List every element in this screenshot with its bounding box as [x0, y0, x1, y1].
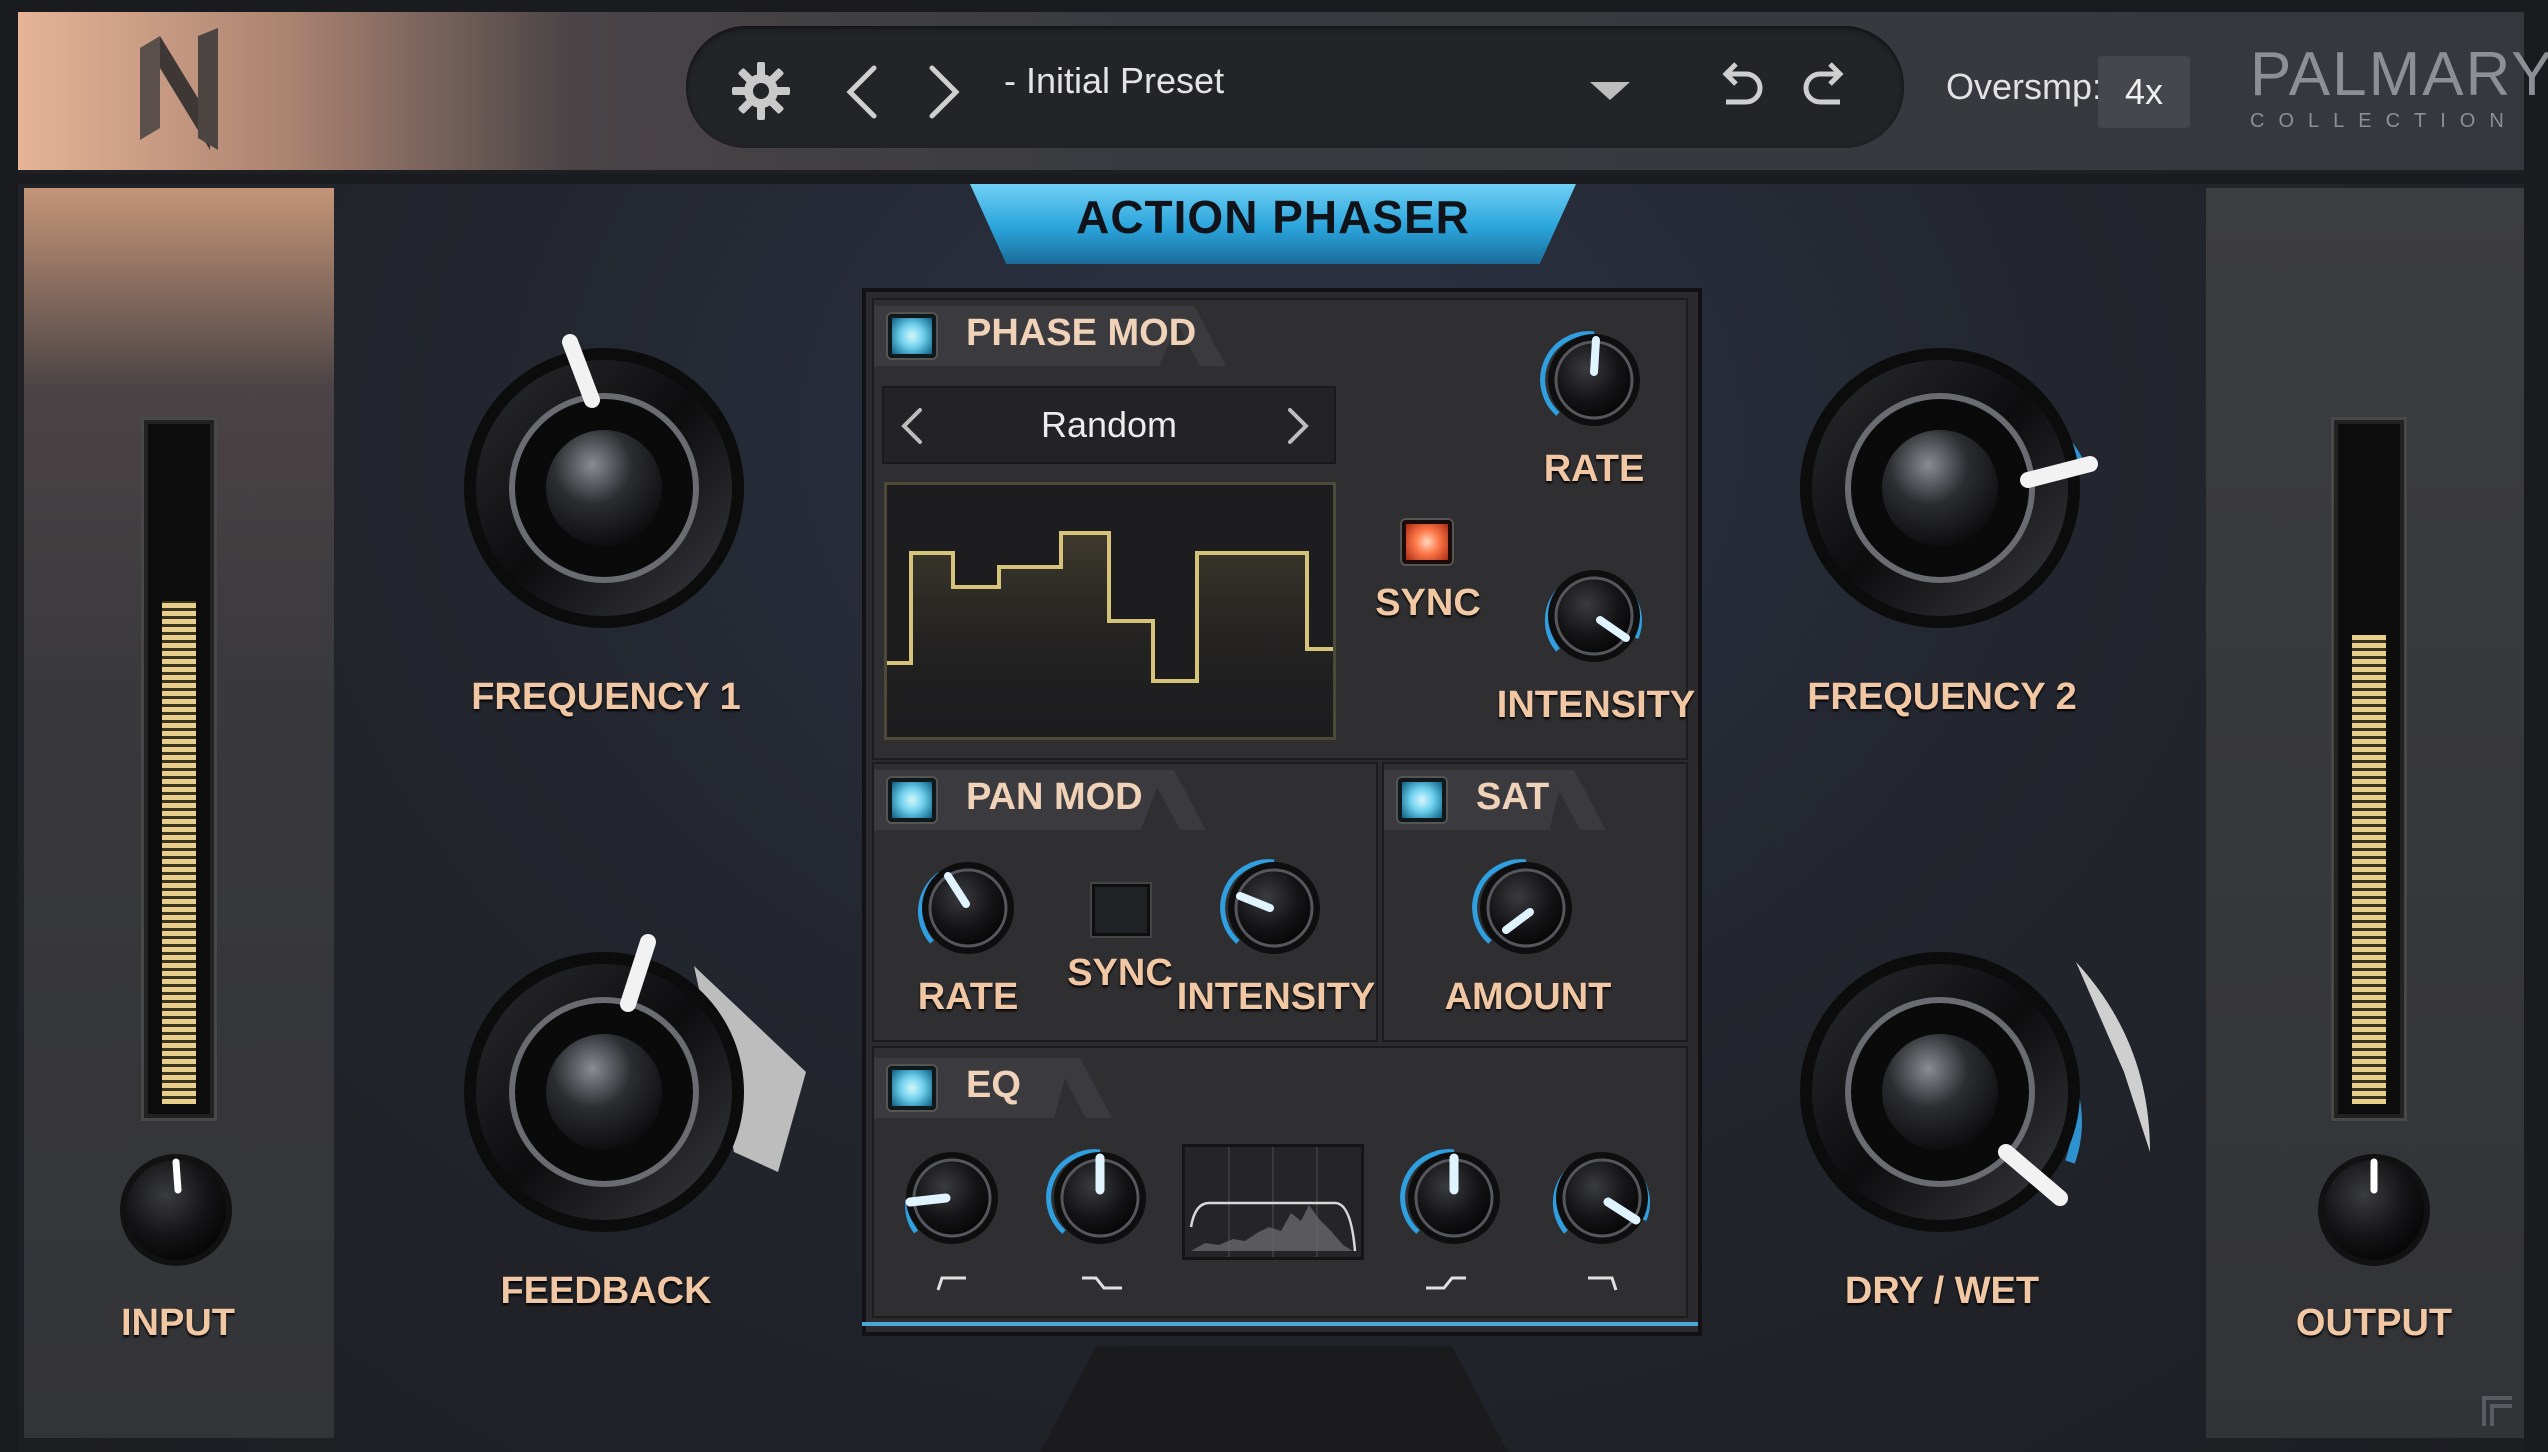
pan-mod-rate-label: RATE	[917, 976, 1019, 1018]
next-preset-icon[interactable]	[926, 64, 962, 120]
pan-mod-rate-knob[interactable]	[910, 850, 1026, 966]
phase-mod-rate-label: RATE	[1543, 448, 1645, 490]
resize-handle-icon[interactable]	[2482, 1396, 2516, 1430]
sat-amount-knob[interactable]	[1468, 850, 1584, 966]
phase-mod-intensity-label: INTENSITY	[1496, 684, 1696, 726]
redo-icon[interactable]	[1802, 60, 1852, 116]
pan-mod-intensity-knob[interactable]	[1216, 850, 1332, 966]
feedback-label: FEEDBACK	[500, 1270, 712, 1312]
frequency2-knob[interactable]	[1770, 318, 2110, 658]
output-label: OUTPUT	[2295, 1302, 2453, 1344]
input-label: INPUT	[121, 1302, 235, 1344]
pan-mod-enable-button[interactable]	[888, 778, 936, 822]
high-cut-icon	[1588, 1276, 1618, 1291]
eq-enable-button[interactable]	[888, 1066, 936, 1110]
output-knob[interactable]	[2314, 1150, 2434, 1270]
phase-mod-intensity-knob[interactable]	[1536, 558, 1652, 674]
frequency1-knob[interactable]	[434, 318, 774, 658]
sat-amount-label: AMOUNT	[1444, 976, 1612, 1018]
input-meter	[144, 420, 214, 1118]
phase-mod-sync-label: SYNC	[1375, 582, 1481, 624]
phase-mod-sync-button[interactable]	[1402, 520, 1452, 564]
eq-low-shelf-knob[interactable]	[1042, 1140, 1158, 1256]
output-meter	[2334, 420, 2404, 1118]
center-panel-accent-line	[862, 1322, 1698, 1326]
low-shelf-icon	[1082, 1276, 1122, 1290]
eq-curve-display	[1182, 1144, 1364, 1260]
mode-next-icon[interactable]	[1284, 406, 1312, 446]
phase-mod-enable-button[interactable]	[888, 314, 936, 358]
oversampling-selector[interactable]: 4x	[2098, 56, 2190, 128]
sat-enable-button[interactable]	[1398, 778, 1446, 822]
mode-value: Random	[1040, 404, 1178, 445]
modulation-waveform-display	[884, 482, 1336, 740]
pan-mod-sync-label: SYNC	[1067, 952, 1173, 994]
brand-subtitle: COLLECTION	[2250, 110, 2518, 132]
phase-mod-title: PHASE MOD	[966, 312, 1197, 354]
eq-high-shelf-knob[interactable]	[1396, 1140, 1512, 1256]
neural-dsp-logo	[140, 28, 218, 150]
eq-high-cut-knob[interactable]	[1544, 1140, 1660, 1256]
low-cut-icon	[936, 1276, 966, 1291]
eq-title: EQ	[966, 1064, 1021, 1106]
input-knob[interactable]	[116, 1150, 236, 1270]
pan-mod-title: PAN MOD	[966, 776, 1143, 818]
oversampling-label: Oversmp:	[1946, 66, 2103, 107]
phase-mod-rate-knob[interactable]	[1536, 322, 1652, 438]
pan-mod-sync-button[interactable]	[1092, 884, 1150, 936]
frequency1-label: FREQUENCY 1	[471, 676, 741, 718]
preset-bar: - Initial Preset	[686, 26, 1904, 148]
preset-name[interactable]: - Initial Preset	[1004, 60, 1224, 102]
high-shelf-icon	[1426, 1276, 1466, 1290]
drywet-knob[interactable]	[1770, 922, 2170, 1262]
sat-title: SAT	[1476, 776, 1550, 818]
input-meter-fill	[162, 601, 196, 1104]
brand-name: PALMARY	[2250, 40, 2548, 109]
bottom-base	[1040, 1346, 1508, 1452]
feedback-knob[interactable]	[434, 922, 834, 1262]
pan-mod-intensity-label: INTENSITY	[1176, 976, 1376, 1018]
drywet-label: DRY / WET	[1844, 1270, 2040, 1312]
brand-logo: PALMARY COLLECTION	[2250, 44, 2548, 133]
gear-icon[interactable]	[730, 60, 792, 122]
plugin-title: ACTION PHASER	[1076, 191, 1470, 243]
preset-dropdown-icon[interactable]	[1590, 82, 1630, 102]
output-meter-fill	[2352, 635, 2386, 1104]
undo-icon[interactable]	[1714, 60, 1764, 116]
eq-low-cut-knob[interactable]	[894, 1140, 1010, 1256]
frequency2-label: FREQUENCY 2	[1807, 676, 2077, 718]
previous-preset-icon[interactable]	[844, 64, 880, 120]
phase-mod-mode-selector[interactable]: Random	[882, 386, 1336, 464]
